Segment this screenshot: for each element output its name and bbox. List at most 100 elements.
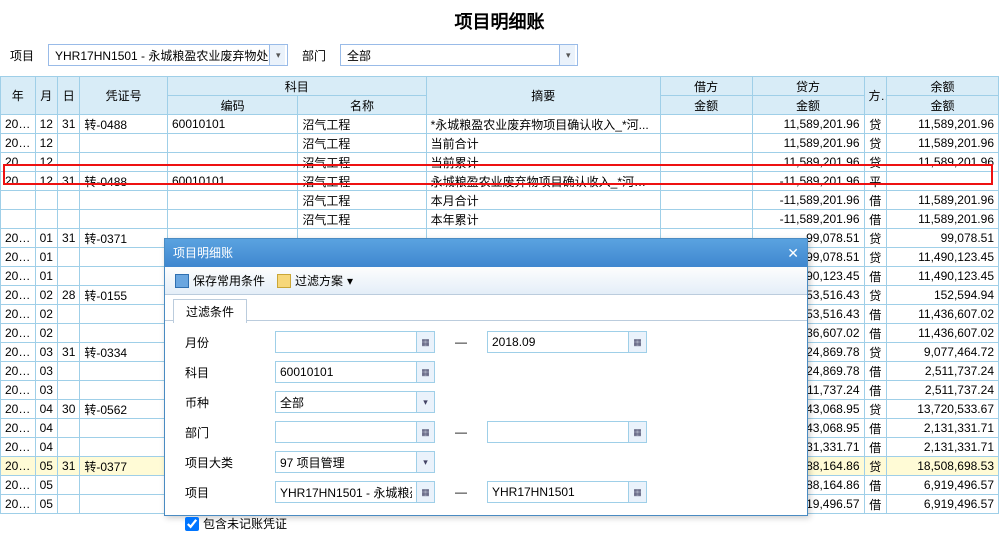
- cell: [58, 495, 80, 514]
- cell: [886, 172, 998, 191]
- table-row[interactable]: 沼气工程本年累计-11,589,201.96借11,589,201.96: [1, 210, 999, 229]
- col-name[interactable]: 名称: [298, 96, 426, 115]
- col-year[interactable]: 年: [1, 77, 36, 115]
- col-summary[interactable]: 摘要: [426, 77, 660, 115]
- dept-from-field[interactable]: [276, 422, 416, 442]
- cell: 11,436,607.02: [886, 324, 998, 343]
- projcat-select[interactable]: ▾: [275, 451, 435, 473]
- projcat-field[interactable]: [276, 452, 416, 472]
- col-credit-amt[interactable]: 金额: [752, 96, 864, 115]
- cell: [80, 248, 168, 267]
- chevron-down-icon[interactable]: ▾: [269, 45, 285, 65]
- dept-to-input[interactable]: ▦: [487, 421, 647, 443]
- cell: 12: [35, 134, 57, 153]
- cell: 2018: [1, 324, 36, 343]
- cell: 12: [35, 172, 57, 191]
- cell: [80, 381, 168, 400]
- cell: [58, 248, 80, 267]
- save-conditions-button[interactable]: 保存常用条件: [175, 272, 265, 289]
- cell: [80, 305, 168, 324]
- subject-field[interactable]: [276, 362, 416, 382]
- proj-to-field[interactable]: [488, 482, 628, 502]
- table-row[interactable]: 201712沼气工程当前累计11,589,201.96贷11,589,201.9…: [1, 153, 999, 172]
- month-to-field[interactable]: [488, 332, 628, 352]
- grid-icon[interactable]: ▦: [628, 332, 646, 352]
- cell: 2017: [1, 115, 36, 134]
- cell: 2017: [1, 134, 36, 153]
- cell: 转-0155: [80, 286, 168, 305]
- cell: [58, 267, 80, 286]
- project-combo[interactable]: YHR17HN1501 - 永城粮盈农业废弃物处理 ▾: [48, 44, 288, 66]
- cell: 2017: [1, 172, 36, 191]
- currency-select[interactable]: ▾: [275, 391, 435, 413]
- table-row[interactable]: 201712沼气工程当前合计11,589,201.96贷11,589,201.9…: [1, 134, 999, 153]
- col-dir[interactable]: 方向: [864, 77, 886, 115]
- cell: 28: [58, 286, 80, 305]
- dept-combo[interactable]: 全部 ▾: [340, 44, 578, 66]
- col-voucher[interactable]: 凭证号: [80, 77, 168, 115]
- col-month[interactable]: 月: [35, 77, 57, 115]
- cell: 当前累计: [426, 153, 660, 172]
- tab-filter-conditions[interactable]: 过滤条件: [173, 299, 247, 323]
- cell: 11,436,607.02: [886, 305, 998, 324]
- cell: 2018: [1, 305, 36, 324]
- dialog-title-text: 项目明细账: [173, 239, 233, 267]
- col-day[interactable]: 日: [58, 77, 80, 115]
- cell: 11,589,201.96: [752, 134, 864, 153]
- table-row[interactable]: 20171231转-048860010101沼气工程*永城粮盈农业废弃物项目确认…: [1, 115, 999, 134]
- include-unposted-cb[interactable]: [185, 517, 199, 531]
- proj-from-input[interactable]: ▦: [275, 481, 435, 503]
- grid-icon[interactable]: ▦: [416, 362, 434, 382]
- cell: 02: [35, 324, 57, 343]
- filter-scheme-button[interactable]: 过滤方案 ▾: [277, 272, 353, 289]
- cell: [58, 362, 80, 381]
- col-bal-amt[interactable]: 金额: [886, 96, 998, 115]
- table-row[interactable]: 20171231转-048860010101沼气工程永城粮盈农业废弃物项目确认收…: [1, 172, 999, 191]
- currency-field[interactable]: [276, 392, 416, 412]
- month-from-input[interactable]: ▦: [275, 331, 435, 353]
- cell: 沼气工程: [298, 134, 426, 153]
- cell: 2018: [1, 381, 36, 400]
- dialog-toolbar: 保存常用条件 过滤方案 ▾: [165, 267, 807, 295]
- cell: 04: [35, 400, 57, 419]
- chevron-down-icon[interactable]: ▾: [559, 45, 575, 65]
- cell: 贷: [864, 248, 886, 267]
- grid-icon[interactable]: ▦: [416, 482, 434, 502]
- col-subject[interactable]: 科目: [167, 77, 426, 96]
- dialog-titlebar[interactable]: 项目明细账 ✕: [165, 239, 807, 267]
- cell: -11,589,201.96: [752, 191, 864, 210]
- cell: [58, 438, 80, 457]
- cell: 2017: [1, 153, 36, 172]
- col-balance[interactable]: 余额: [886, 77, 998, 96]
- col-code[interactable]: 编码: [167, 96, 297, 115]
- month-from-field[interactable]: [276, 332, 416, 352]
- cell: 03: [35, 381, 57, 400]
- chevron-down-icon[interactable]: ▾: [416, 452, 434, 472]
- grid-icon[interactable]: ▦: [416, 422, 434, 442]
- grid-icon[interactable]: ▦: [628, 482, 646, 502]
- col-debit[interactable]: 借方: [660, 77, 752, 96]
- proj-from-field[interactable]: [276, 482, 416, 502]
- grid-icon[interactable]: ▦: [628, 422, 646, 442]
- grid-header: 年 月 日 凭证号 科目 摘要 借方 贷方 方向 余额 编码 名称 金额 金额 …: [1, 77, 999, 115]
- month-to-input[interactable]: ▦: [487, 331, 647, 353]
- cell: [1, 191, 36, 210]
- cell: 沼气工程: [298, 172, 426, 191]
- col-credit[interactable]: 贷方: [752, 77, 864, 96]
- cell: 转-0371: [80, 229, 168, 248]
- table-row[interactable]: 沼气工程本月合计-11,589,201.96借11,589,201.96: [1, 191, 999, 210]
- cell: 05: [35, 495, 57, 514]
- dept-to-field[interactable]: [488, 422, 628, 442]
- chevron-down-icon[interactable]: ▾: [416, 392, 434, 412]
- col-debit-amt[interactable]: 金额: [660, 96, 752, 115]
- cell: 04: [35, 419, 57, 438]
- cell: [58, 210, 80, 229]
- dept-label2: 部门: [185, 424, 275, 441]
- chevron-down-icon: ▾: [347, 274, 353, 288]
- dept-from-input[interactable]: ▦: [275, 421, 435, 443]
- grid-icon[interactable]: ▦: [416, 332, 434, 352]
- close-icon[interactable]: ✕: [787, 239, 799, 267]
- cell: 2018: [1, 267, 36, 286]
- subject-input[interactable]: ▦: [275, 361, 435, 383]
- proj-to-input[interactable]: ▦: [487, 481, 647, 503]
